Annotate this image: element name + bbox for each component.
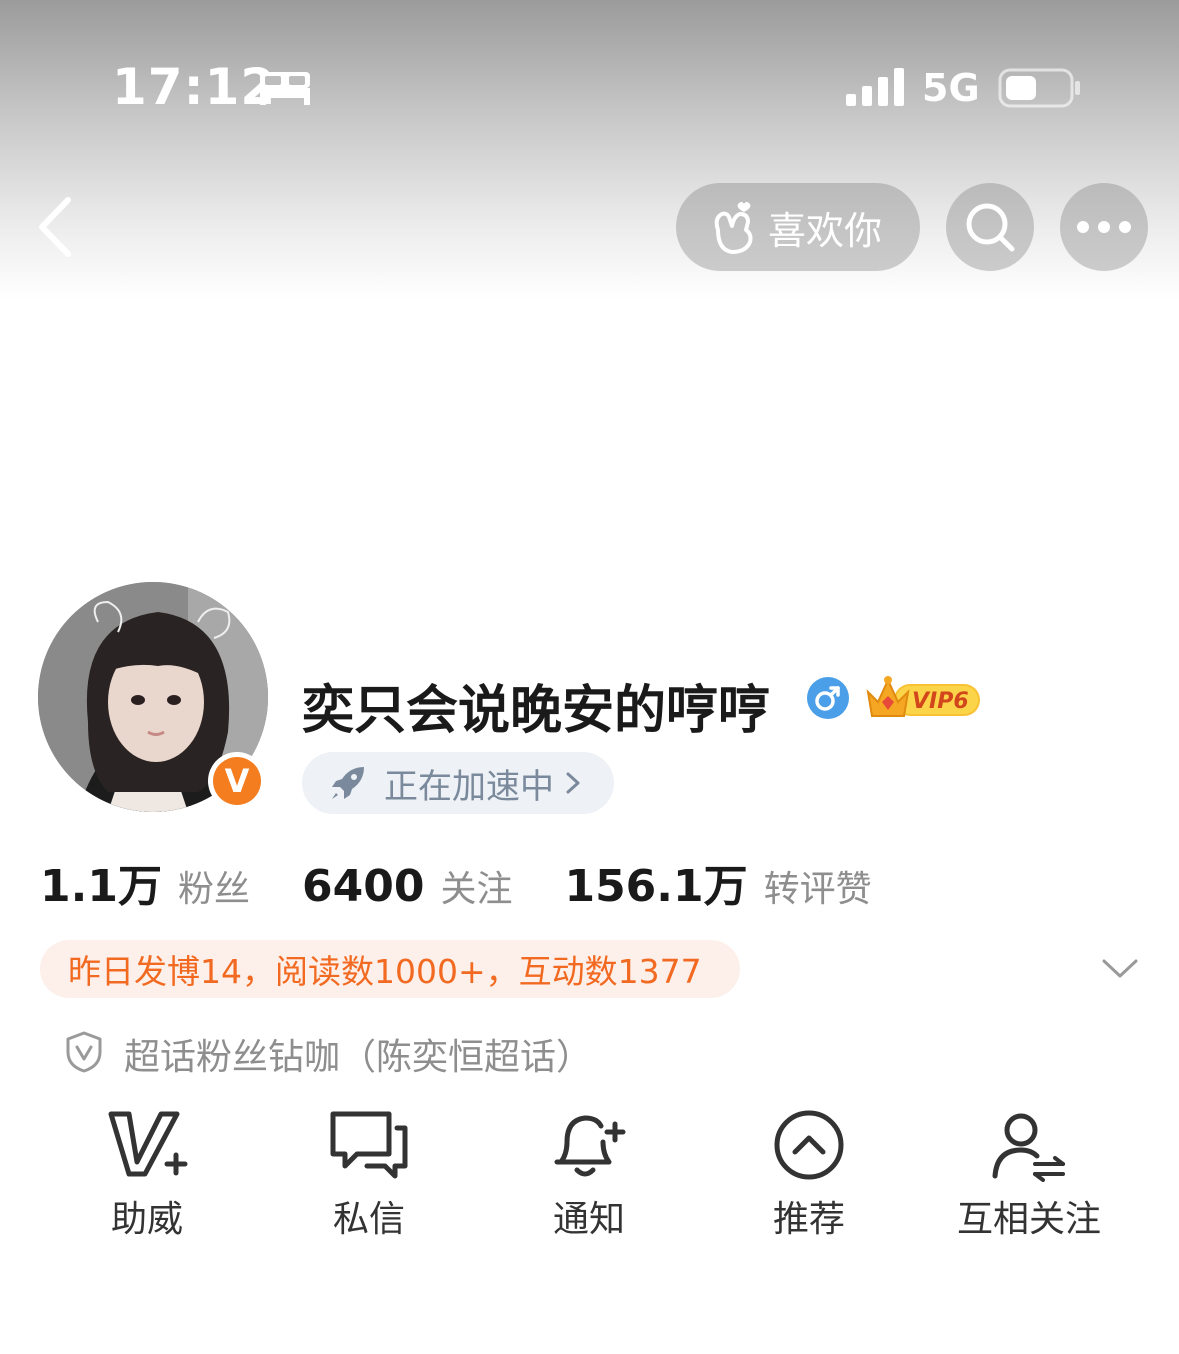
battery-icon	[998, 68, 1080, 108]
following-count[interactable]: 6400	[302, 861, 424, 912]
recommend-icon	[774, 1110, 844, 1180]
verified-v-icon: V	[213, 757, 261, 805]
activity-text: 昨日发博14，阅读数1000+，互动数1377	[68, 952, 702, 991]
engagement-count[interactable]: 156.1万	[564, 850, 747, 914]
vip-badge[interactable]: VIP6	[864, 672, 982, 724]
search-icon	[966, 203, 1015, 252]
activity-banner[interactable]: 昨日发博14，阅读数1000+，互动数1377	[40, 940, 740, 998]
finger-heart-icon	[714, 202, 753, 254]
bell-plus-icon	[554, 1115, 626, 1177]
followers-count[interactable]: 1.1万	[40, 850, 162, 914]
chevron-right-icon	[566, 772, 580, 794]
notify-button[interactable]: 通知	[504, 1108, 674, 1240]
mutual-follow-icon	[992, 1113, 1065, 1182]
verified-badge: V	[208, 752, 266, 810]
cheer-icon	[108, 1111, 188, 1177]
status-bar: 17:12 5G	[0, 0, 1179, 170]
boost-status-button[interactable]: 正在加速中	[302, 752, 614, 814]
more-dots-icon	[1077, 221, 1131, 233]
following-label[interactable]: 关注	[440, 860, 512, 912]
male-gender-icon	[807, 677, 849, 719]
search-button[interactable]	[946, 183, 1034, 271]
sleep-focus-icon	[260, 72, 310, 105]
recommend-label: 推荐	[772, 1199, 845, 1240]
signal-icon	[846, 68, 904, 106]
mutual-follow-label: 互相关注	[956, 1199, 1101, 1240]
notify-label: 通知	[552, 1199, 625, 1240]
supertopic-label[interactable]: 超话粉丝钻咖（陈奕恒超话）	[124, 1028, 592, 1080]
rocket-icon	[332, 767, 364, 799]
message-icon	[330, 1111, 408, 1179]
username: 奕只会说晚安的哼哼	[302, 681, 771, 741]
vip-label: VIP6	[912, 689, 969, 714]
more-button[interactable]	[1060, 183, 1148, 271]
like-you-label: 喜欢你	[768, 208, 883, 253]
recommend-button[interactable]: 推荐	[724, 1108, 894, 1240]
back-icon[interactable]	[30, 192, 80, 262]
followers-label[interactable]: 粉丝	[178, 860, 250, 912]
engagement-label[interactable]: 转评赞	[764, 860, 872, 912]
shield-icon	[66, 1031, 102, 1073]
stats-row: 1.1万 粉丝 6400 关注 156.1万 转评赞	[40, 850, 924, 912]
boost-label: 正在加速中	[384, 766, 554, 807]
message-label: 私信	[332, 1199, 405, 1240]
chevron-down-icon[interactable]	[1100, 956, 1140, 982]
mutual-follow-button[interactable]: 互相关注	[944, 1108, 1114, 1240]
status-time: 17:12	[112, 58, 277, 116]
cheer-label: 助威	[110, 1199, 183, 1240]
like-you-button[interactable]: 喜欢你	[676, 183, 920, 271]
cheer-button[interactable]: 助威	[62, 1108, 232, 1240]
message-button[interactable]: 私信	[284, 1108, 454, 1240]
network-label: 5G	[922, 66, 980, 110]
